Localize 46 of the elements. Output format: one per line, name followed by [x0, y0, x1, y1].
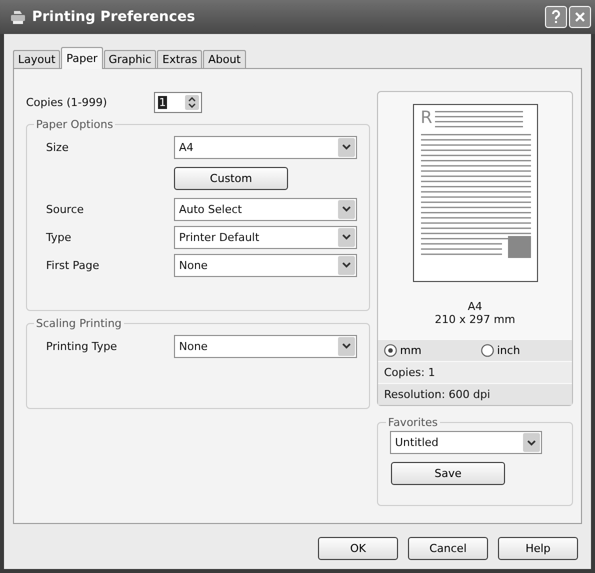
group-title: Favorites — [387, 416, 439, 429]
chevron-down-icon — [342, 206, 351, 212]
group-title: Scaling Printing — [35, 317, 123, 330]
group-title: Paper Options — [35, 118, 114, 131]
dropdown[interactable]: A4 — [174, 136, 357, 158]
preview-letter: R — [420, 110, 432, 130]
copies-spinner[interactable]: 1 — [154, 92, 202, 112]
dropdown[interactable]: None — [174, 254, 357, 276]
tab[interactable]: Graphic — [104, 50, 156, 69]
chevron-down-icon — [342, 234, 351, 240]
question-mark-icon — [551, 10, 561, 24]
info-text: Copies: 1 — [384, 366, 436, 379]
printer-icon — [10, 9, 26, 25]
spinner-arrows-icon — [185, 94, 199, 110]
tab[interactable]: Paper — [61, 47, 103, 69]
dropdown[interactable]: Untitled — [390, 431, 542, 454]
close-button[interactable] — [569, 6, 591, 28]
chevron-down-icon — [342, 144, 351, 150]
window-title: Printing Preferences — [32, 9, 196, 25]
help-button[interactable] — [545, 6, 567, 28]
field-label: Size — [46, 140, 70, 154]
dropdown[interactable]: None — [174, 334, 357, 358]
field-label: Source — [46, 202, 85, 216]
chevron-down-icon — [342, 343, 351, 349]
field-label: First Page — [46, 258, 100, 272]
copies-label: Copies (1-999) — [26, 96, 108, 108]
info-text: Resolution: 600 dpi — [384, 388, 490, 401]
paper-dimensions-text: 210 x 297 mm — [434, 313, 516, 326]
unit-radio[interactable]: inch — [481, 344, 572, 357]
chevron-down-icon — [527, 440, 536, 446]
tab[interactable]: About — [203, 50, 246, 69]
unit-radio[interactable]: mm — [384, 344, 475, 357]
custom-button[interactable]: Custom — [174, 166, 288, 190]
dialog-button[interactable]: Help — [498, 537, 578, 560]
chevron-down-icon — [342, 262, 351, 268]
dialog-button[interactable]: Cancel — [408, 537, 488, 560]
save-button[interactable]: Save — [391, 462, 505, 485]
tab[interactable]: Extras — [157, 50, 202, 69]
dialog-button[interactable]: OK — [318, 537, 398, 560]
paper-size-text: A4 — [468, 300, 482, 313]
field-label: Printing Type — [46, 340, 118, 352]
dropdown[interactable]: Auto Select — [174, 198, 357, 220]
tab[interactable]: Layout — [13, 50, 60, 69]
dropdown[interactable]: Printer Default — [174, 226, 357, 248]
close-icon — [574, 11, 586, 23]
field-label: Type — [46, 230, 72, 244]
